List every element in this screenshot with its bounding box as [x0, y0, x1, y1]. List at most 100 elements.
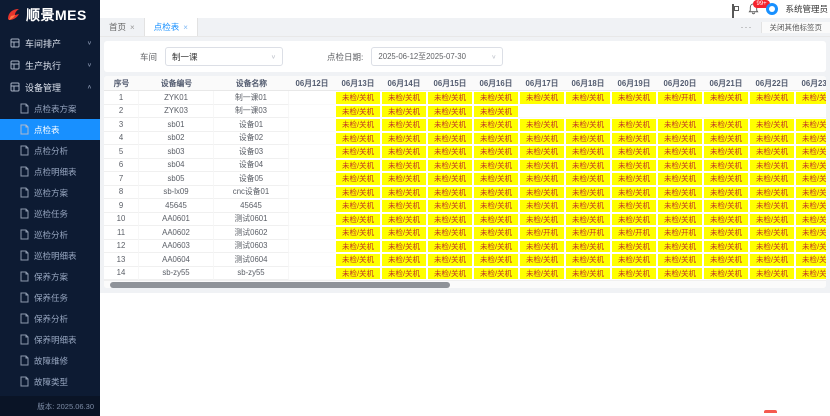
inspection-cell[interactable]: 未检/关机	[427, 253, 473, 267]
inspection-cell[interactable]: 未检/关机	[611, 172, 657, 186]
close-other-tabs-button[interactable]: 关闭其他标签页	[761, 22, 830, 33]
inspection-cell[interactable]: 未检/关机	[565, 267, 611, 281]
inspection-cell[interactable]: 未检/关机	[427, 240, 473, 254]
inspection-cell[interactable]: 未检/关机	[335, 253, 381, 267]
inspection-cell[interactable]: 未检/关机	[795, 240, 826, 254]
inspection-cell[interactable]: 未检/关机	[427, 267, 473, 281]
notification-bell-icon[interactable]: 99+	[748, 3, 759, 15]
inspection-cell[interactable]: 未检/关机	[473, 145, 519, 159]
inspection-cell[interactable]: 未检/关机	[519, 172, 565, 186]
inspection-cell[interactable]: 未检/关机	[335, 226, 381, 240]
inspection-cell[interactable]: 未检/关机	[473, 213, 519, 227]
inspection-cell[interactable]: 未检/开机	[519, 226, 565, 240]
inspection-cell[interactable]: 未检/关机	[381, 105, 427, 119]
inspection-cell[interactable]: 未检/关机	[565, 199, 611, 213]
scrollbar-thumb[interactable]	[110, 282, 450, 288]
inspection-cell[interactable]: 未检/关机	[795, 132, 826, 146]
inspection-cell[interactable]: 未检/关机	[611, 240, 657, 254]
inspection-cell[interactable]: 未检/开机	[657, 91, 703, 105]
inspection-cell[interactable]: 未检/关机	[519, 240, 565, 254]
inspection-cell[interactable]: 未检/关机	[335, 199, 381, 213]
inspection-cell[interactable]: 未检/关机	[565, 91, 611, 105]
inspection-cell[interactable]: 未检/关机	[427, 118, 473, 132]
inspection-cell[interactable]: 未检/关机	[795, 253, 826, 267]
inspection-cell[interactable]: 未检/关机	[381, 213, 427, 227]
inspection-cell[interactable]: 未检/关机	[795, 91, 826, 105]
inspection-cell[interactable]: 未检/关机	[381, 118, 427, 132]
inspection-cell[interactable]: 未检/关机	[473, 132, 519, 146]
inspection-cell[interactable]: 未检/关机	[703, 145, 749, 159]
inspection-cell[interactable]: 未检/关机	[611, 267, 657, 281]
inspection-cell[interactable]: 未检/关机	[335, 118, 381, 132]
sidebar-item[interactable]: 保养任务	[0, 287, 100, 308]
inspection-cell[interactable]: 未检/关机	[611, 253, 657, 267]
inspection-cell[interactable]: 未检/关机	[703, 253, 749, 267]
tab-inspection-sheet[interactable]: 点检表 ×	[145, 18, 198, 36]
inspection-cell[interactable]: 未检/关机	[565, 172, 611, 186]
inspection-cell[interactable]: 未检/关机	[335, 91, 381, 105]
inspection-cell[interactable]: 未检/关机	[519, 118, 565, 132]
fullscreen-icon[interactable]	[732, 5, 741, 14]
inspection-cell[interactable]: 未检/关机	[473, 226, 519, 240]
inspection-cell[interactable]: 未检/关机	[427, 105, 473, 119]
inspection-cell[interactable]: 未检/关机	[703, 240, 749, 254]
inspection-cell[interactable]: 未检/关机	[795, 172, 826, 186]
inspection-cell[interactable]: 未检/关机	[703, 172, 749, 186]
floating-button-clipped[interactable]	[764, 410, 777, 413]
inspection-cell[interactable]: 未检/关机	[657, 240, 703, 254]
inspection-cell[interactable]: 未检/关机	[703, 213, 749, 227]
inspection-cell[interactable]: 未检/关机	[749, 199, 795, 213]
inspection-cell[interactable]: 未检/关机	[519, 159, 565, 173]
inspection-cell[interactable]: 未检/关机	[795, 159, 826, 173]
inspection-cell[interactable]: 未检/关机	[611, 199, 657, 213]
inspection-cell[interactable]: 未检/关机	[749, 267, 795, 281]
inspection-cell[interactable]: 未检/关机	[565, 240, 611, 254]
inspection-cell[interactable]: 未检/关机	[565, 213, 611, 227]
inspection-cell[interactable]: 未检/关机	[795, 118, 826, 132]
inspection-cell[interactable]: 未检/关机	[473, 186, 519, 200]
inspection-cell[interactable]: 未检/关机	[749, 213, 795, 227]
inspection-cell[interactable]: 未检/关机	[611, 159, 657, 173]
inspection-cell[interactable]: 未检/关机	[657, 213, 703, 227]
inspection-cell[interactable]: 未检/关机	[519, 267, 565, 281]
sidebar-item[interactable]: 点检表	[0, 119, 100, 140]
sidebar-item[interactable]: 点检分析	[0, 140, 100, 161]
sidebar-item[interactable]: 故障类型	[0, 371, 100, 392]
tab-home-close-icon[interactable]: ×	[130, 23, 135, 32]
inspection-cell[interactable]: 未检/关机	[473, 267, 519, 281]
inspection-cell[interactable]: 未检/关机	[473, 199, 519, 213]
inspection-cell[interactable]: 未检/关机	[657, 199, 703, 213]
inspection-cell[interactable]: 未检/关机	[795, 145, 826, 159]
inspection-cell[interactable]: 未检/关机	[427, 132, 473, 146]
date-range-picker[interactable]: 2025-06-12至2025-07-30 ∨	[371, 47, 503, 66]
inspection-cell[interactable]: 未检/关机	[657, 186, 703, 200]
sidebar-item[interactable]: 巡检任务	[0, 203, 100, 224]
inspection-cell[interactable]: 未检/关机	[427, 91, 473, 105]
sidebar-item[interactable]: 保养明细表	[0, 329, 100, 350]
inspection-cell[interactable]: 未检/关机	[381, 91, 427, 105]
inspection-cell[interactable]: 未检/关机	[335, 145, 381, 159]
inspection-cell[interactable]: 未检/关机	[381, 199, 427, 213]
inspection-cell[interactable]: 未检/关机	[657, 132, 703, 146]
inspection-cell[interactable]: 未检/关机	[795, 199, 826, 213]
inspection-cell[interactable]: 未检/关机	[611, 91, 657, 105]
sidebar-item[interactable]: 巡检明细表	[0, 245, 100, 266]
user-avatar[interactable]	[766, 3, 778, 15]
inspection-cell[interactable]: 未检/关机	[657, 118, 703, 132]
inspection-cell[interactable]: 未检/关机	[795, 186, 826, 200]
inspection-cell[interactable]: 未检/关机	[565, 145, 611, 159]
inspection-cell[interactable]: 未检/关机	[657, 145, 703, 159]
sidebar-item[interactable]: 点检明细表	[0, 161, 100, 182]
inspection-cell[interactable]: 未检/关机	[335, 267, 381, 281]
sidebar-group-0[interactable]: 车间排产∨	[0, 32, 100, 54]
inspection-cell[interactable]: 未检/关机	[473, 172, 519, 186]
inspection-cell[interactable]: 未检/关机	[565, 186, 611, 200]
inspection-cell[interactable]: 未检/关机	[749, 226, 795, 240]
inspection-cell[interactable]: 未检/关机	[381, 186, 427, 200]
inspection-cell[interactable]: 未检/关机	[519, 186, 565, 200]
sidebar-item[interactable]: 故障维修	[0, 350, 100, 371]
sidebar-group-2[interactable]: 设备管理∧	[0, 76, 100, 98]
inspection-cell[interactable]: 未检/关机	[473, 159, 519, 173]
inspection-cell[interactable]: 未检/关机	[703, 267, 749, 281]
horizontal-scrollbar[interactable]	[104, 280, 826, 288]
